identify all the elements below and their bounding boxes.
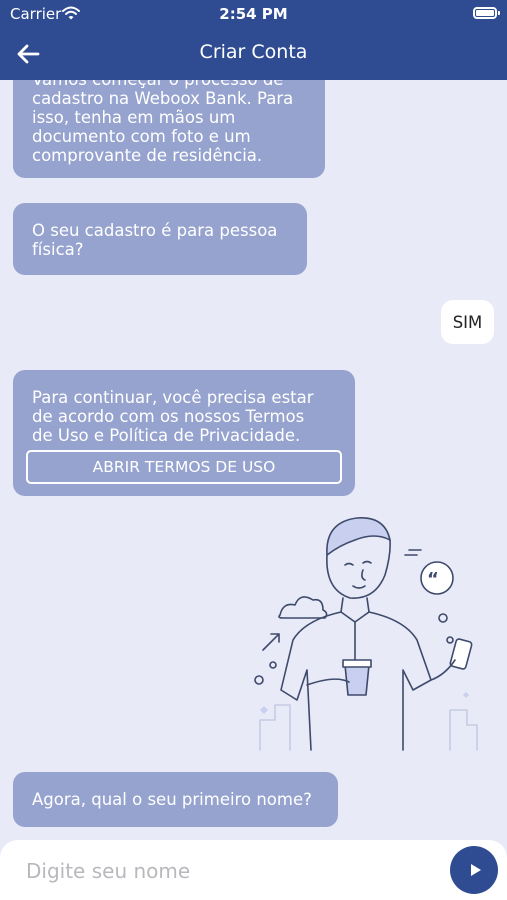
battery-icon bbox=[473, 7, 500, 19]
person-illustration: “ bbox=[254, 517, 478, 751]
message-line: de Uso e Política de Privacidade. bbox=[32, 426, 301, 445]
message-line: Para continuar, você precisa estar bbox=[32, 388, 314, 407]
user-message: SIM bbox=[441, 300, 494, 344]
open-terms-button[interactable]: ABRIR TERMOS DE USO bbox=[26, 450, 342, 484]
message-line: isso, tenha em mãos um bbox=[32, 108, 236, 127]
svg-text:“: “ bbox=[427, 569, 439, 590]
play-icon bbox=[471, 864, 481, 876]
message-line: Vamos começar o processo de bbox=[32, 80, 307, 89]
chat-area[interactable]: Vamos começar o processo de cadastro na … bbox=[0, 80, 507, 840]
bot-message: Agora, qual o seu primeiro nome? bbox=[13, 772, 338, 827]
bot-message: O seu cadastro é para pessoa física? bbox=[13, 203, 307, 275]
clock: 2:54 PM bbox=[219, 5, 288, 23]
message-line: O seu cadastro é para pessoa bbox=[32, 221, 278, 240]
bot-message: Vamos começar o processo de cadastro na … bbox=[13, 80, 325, 178]
message-line: documento com foto e um bbox=[32, 127, 251, 146]
message-line: Agora, qual o seu primeiro nome? bbox=[32, 790, 312, 809]
message-input-bar bbox=[0, 840, 507, 900]
message-line: física? bbox=[32, 240, 84, 259]
send-button[interactable] bbox=[450, 846, 498, 894]
name-input[interactable] bbox=[24, 852, 428, 890]
message-text: SIM bbox=[452, 313, 483, 332]
message-line: cadastro na Weboox Bank. Para bbox=[32, 89, 294, 108]
page-title: Criar Conta bbox=[199, 41, 308, 63]
message-line: de acordo com os nossos Termos bbox=[32, 407, 305, 426]
nav-bar: Criar Conta bbox=[0, 28, 507, 80]
status-bar: Carrier 2:54 PM bbox=[0, 0, 507, 28]
bot-message: Para continuar, você precisa estar de ac… bbox=[13, 370, 355, 496]
message-line: comprovante de residência. bbox=[32, 146, 263, 165]
